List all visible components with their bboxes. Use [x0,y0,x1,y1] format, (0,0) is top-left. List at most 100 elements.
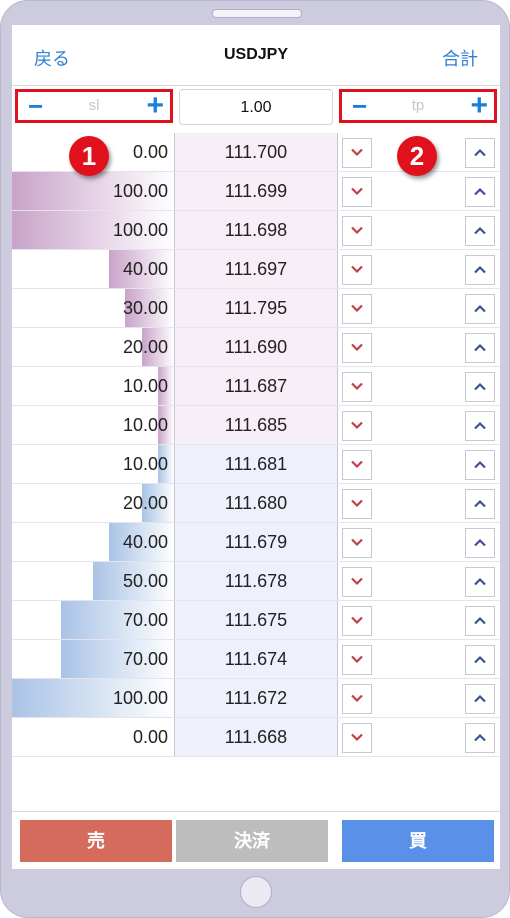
volume-value: 10.00 [122,454,168,474]
volume-cell: 50.00 [12,562,174,600]
chevron-down-icon[interactable] [342,216,372,246]
chevron-down-icon[interactable] [342,645,372,675]
chevron-down-icon[interactable] [342,450,372,480]
volume-cell: 30.00 [12,289,174,327]
chevron-up-icon[interactable] [465,372,495,402]
volume-cell: 20.00 [12,328,174,366]
price-cell[interactable]: 111.672 [174,679,338,717]
volume-value: 0.00 [132,727,168,747]
price-cell[interactable]: 111.795 [174,289,338,327]
volume-cell: 10.00 [12,367,174,405]
order-book-row: 70.00 111.674 [12,640,500,679]
total-button[interactable]: 合計 [442,45,478,71]
sell-button[interactable]: 売 [20,820,172,862]
device-frame: 戻る USDJPY 合計 − sl + 1.00 − tp + 0.00 111.… [0,0,510,918]
chevron-up-icon[interactable] [465,333,495,363]
chevron-down-icon[interactable] [342,489,372,519]
volume-value: 40.00 [122,259,168,279]
order-book-row: 0.00 111.668 [12,718,500,757]
price-cell[interactable]: 111.674 [174,640,338,678]
chevron-down-icon[interactable] [342,372,372,402]
order-book-row: 40.00 111.697 [12,250,500,289]
volume-value: 100.00 [112,688,168,708]
volume-value: 0.00 [132,142,168,162]
app-screen: 戻る USDJPY 合計 − sl + 1.00 − tp + 0.00 111.… [12,25,500,869]
chevron-down-icon[interactable] [342,177,372,207]
home-button[interactable] [240,876,272,908]
chevron-up-icon[interactable] [465,177,495,207]
annotation-badge-1: 1 [69,136,109,176]
order-book-row: 10.00 111.685 [12,406,500,445]
volume-value: 70.00 [122,649,168,669]
close-position-button[interactable]: 決済 [176,820,328,862]
volume-value: 30.00 [122,298,168,318]
volume-cell: 10.00 [12,406,174,444]
chevron-down-icon[interactable] [342,411,372,441]
chevron-down-icon[interactable] [342,255,372,285]
chevron-down-icon[interactable] [342,294,372,324]
chevron-up-icon[interactable] [465,606,495,636]
volume-cell: 10.00 [12,445,174,483]
chevron-up-icon[interactable] [465,255,495,285]
volume-cell: 20.00 [12,484,174,522]
volume-cell: 100.00 [12,172,174,210]
chevron-down-icon[interactable] [342,333,372,363]
order-book-row: 20.00 111.680 [12,484,500,523]
chevron-down-icon[interactable] [342,528,372,558]
chevron-down-icon[interactable] [342,567,372,597]
buy-button[interactable]: 買 [342,820,494,862]
volume-value: 20.00 [122,337,168,357]
chevron-up-icon[interactable] [465,645,495,675]
chevron-up-icon[interactable] [465,450,495,480]
chevron-up-icon[interactable] [465,489,495,519]
order-book-row: 10.00 111.681 [12,445,500,484]
volume-value: 70.00 [122,610,168,630]
chevron-down-icon[interactable] [342,138,372,168]
order-book-row: 100.00 111.699 [12,172,500,211]
chevron-up-icon[interactable] [465,411,495,441]
price-cell[interactable]: 111.681 [174,445,338,483]
volume-cell: 100.00 [12,211,174,249]
chevron-up-icon[interactable] [465,684,495,714]
order-controls: − sl + 1.00 − tp + [12,85,500,133]
chevron-up-icon[interactable] [465,294,495,324]
price-cell[interactable]: 111.675 [174,601,338,639]
trade-footer: 売 決済 買 [12,811,500,869]
chevron-up-icon[interactable] [465,528,495,558]
tp-stepper: − tp + [339,89,497,123]
price-cell[interactable]: 111.700 [174,133,338,171]
chevron-down-icon[interactable] [342,684,372,714]
price-cell[interactable]: 111.687 [174,367,338,405]
quantity-input[interactable]: 1.00 [179,89,333,125]
speaker-grille [212,9,302,18]
chevron-up-icon[interactable] [465,138,495,168]
sl-plus-button[interactable]: + [146,91,164,121]
volume-value: 40.00 [122,532,168,552]
volume-value: 10.00 [122,415,168,435]
tp-plus-button[interactable]: + [470,91,488,121]
chevron-up-icon[interactable] [465,567,495,597]
volume-value: 100.00 [112,220,168,240]
price-cell[interactable]: 111.679 [174,523,338,561]
price-cell[interactable]: 111.697 [174,250,338,288]
price-cell[interactable]: 111.678 [174,562,338,600]
volume-cell: 0.00 [12,718,174,756]
price-cell[interactable]: 111.668 [174,718,338,756]
order-book-row: 20.00 111.690 [12,328,500,367]
annotation-badge-2: 2 [397,136,437,176]
order-book-row: 100.00 111.672 [12,679,500,718]
price-cell[interactable]: 111.699 [174,172,338,210]
chevron-down-icon[interactable] [342,606,372,636]
volume-cell: 40.00 [12,250,174,288]
chevron-up-icon[interactable] [465,216,495,246]
price-cell[interactable]: 111.698 [174,211,338,249]
price-cell[interactable]: 111.685 [174,406,338,444]
price-cell[interactable]: 111.680 [174,484,338,522]
chevron-down-icon[interactable] [342,723,372,753]
volume-cell: 70.00 [12,640,174,678]
chevron-up-icon[interactable] [465,723,495,753]
order-book-row: 70.00 111.675 [12,601,500,640]
price-cell[interactable]: 111.690 [174,328,338,366]
sl-stepper: − sl + [15,89,173,123]
page-title: USDJPY [223,46,289,63]
